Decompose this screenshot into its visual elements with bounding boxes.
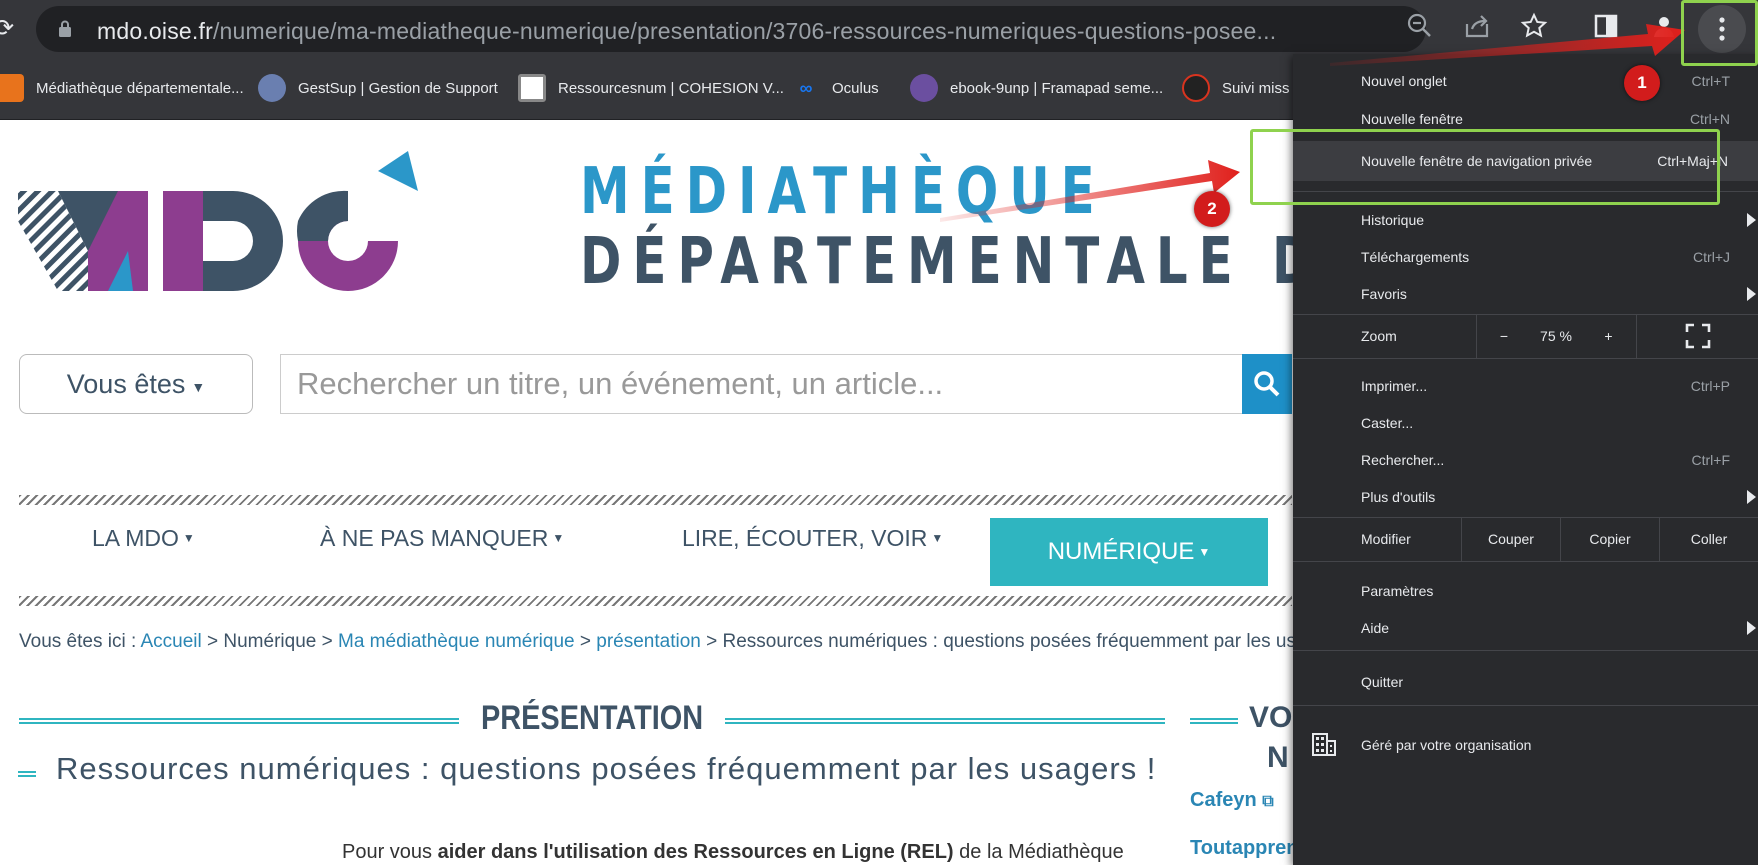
highlight-incognito-item [1250,129,1720,205]
step-badge-1: 1 [1624,65,1660,101]
arrow-to-menu-icon [1330,24,1685,66]
step-badge-2: 2 [1194,191,1230,227]
highlight-menu-button [1681,0,1758,66]
